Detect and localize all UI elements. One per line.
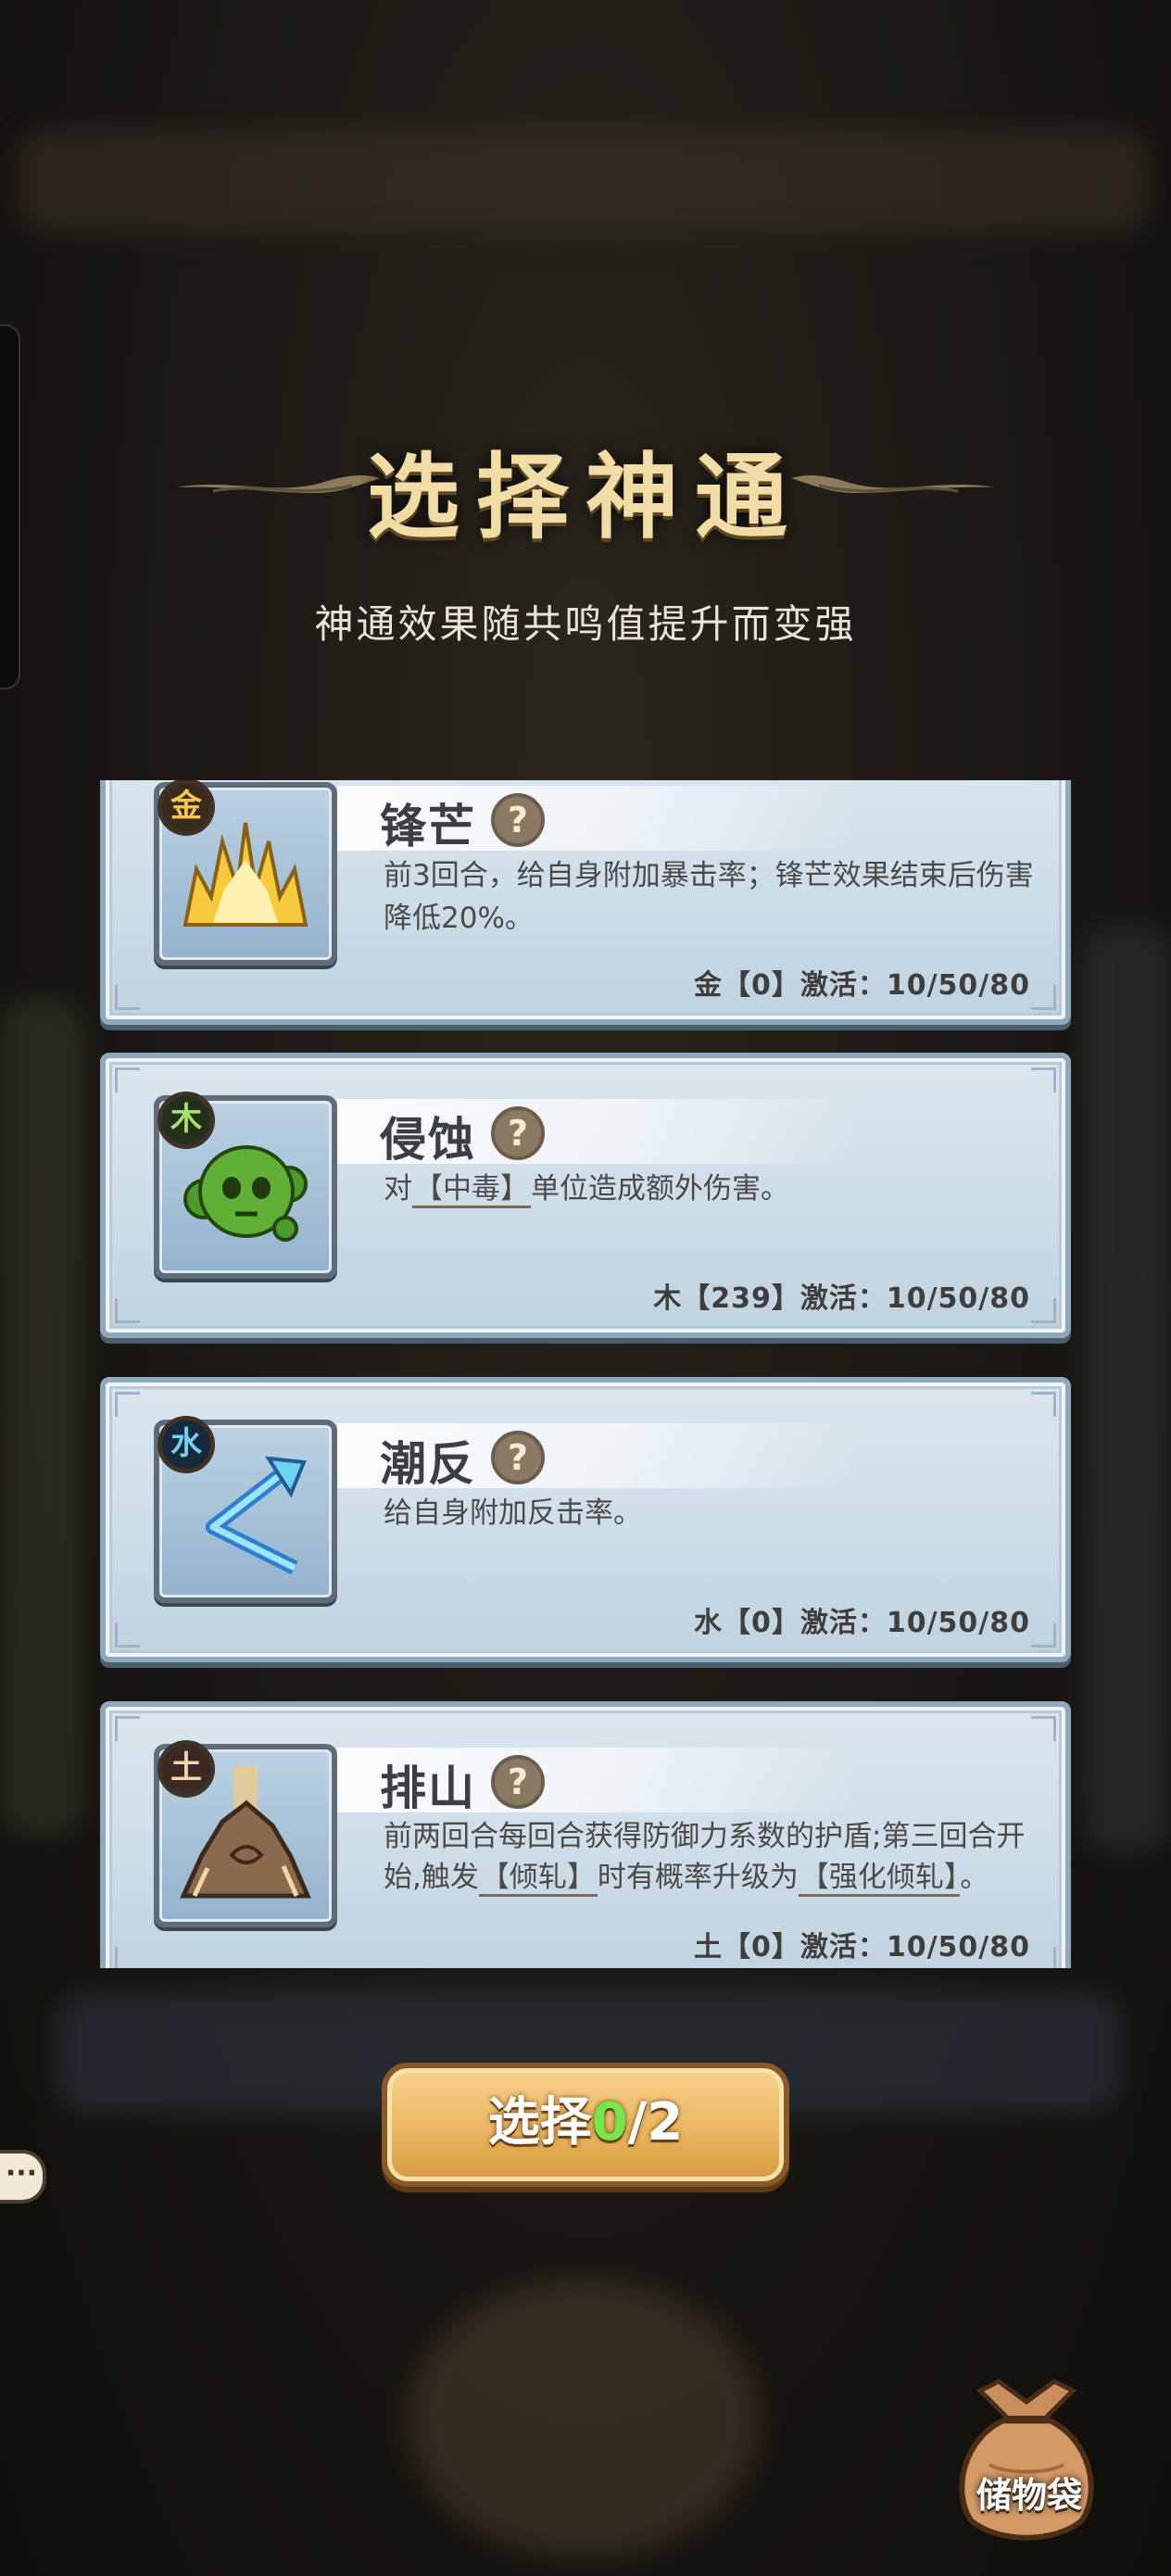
- card-corner: [1031, 1623, 1056, 1648]
- card-corner: [1031, 1947, 1056, 1968]
- card-corner: [1031, 1716, 1056, 1741]
- desc-text: 时有概率升级为: [597, 1861, 799, 1894]
- element-badge-wood: 木: [157, 1092, 215, 1149]
- card-corner: [1031, 1392, 1056, 1417]
- desc-text: 单位造成额外伤害。: [531, 1172, 789, 1206]
- page-title: 选择神通: [367, 442, 804, 551]
- card-corner: [1031, 1298, 1056, 1323]
- keyword-crush[interactable]: 【倾轧】: [478, 1861, 598, 1897]
- activation-info: 木【239】激活：10/50/80: [653, 1282, 1030, 1315]
- more-options-button[interactable]: ···: [0, 2150, 46, 2203]
- card-corner: [1031, 985, 1056, 1010]
- storage-bag-icon[interactable]: [943, 2354, 1110, 2557]
- blurred-board-right: [1084, 927, 1171, 1853]
- help-icon[interactable]: ?: [491, 1106, 545, 1160]
- desc-text: 对: [384, 1172, 412, 1206]
- skill-name: 排山: [380, 1761, 476, 1815]
- title-banner: 选择神通: [176, 408, 995, 551]
- skill-name: 锋芒: [380, 799, 476, 853]
- select-total: /2: [627, 2092, 684, 2153]
- selected-count: 0: [591, 2092, 628, 2153]
- skill-card-chaofan[interactable]: 水 潮反 ? 给自身附加反击率。 水【0】激活：10/50/80: [100, 1377, 1071, 1662]
- select-button[interactable]: 选择0/2: [382, 2063, 789, 2187]
- card-corner: [115, 1392, 140, 1417]
- keyword-poison[interactable]: 【中毒】: [412, 1172, 531, 1208]
- desc-text: 。: [960, 1861, 989, 1894]
- skill-card-qinshi[interactable]: 木 侵蚀 ? 对【中毒】单位造成额外伤害。 木【239】激活：10/50/80: [100, 1053, 1071, 1338]
- element-badge-earth: 土: [157, 1740, 215, 1798]
- element-badge-water: 水: [157, 1416, 215, 1473]
- skill-description: 前3回合，给自身附加暴击率；锋芒效果结束后伤害降低20%。: [384, 859, 1034, 935]
- select-label: 选择: [487, 2092, 592, 2153]
- page-subtitle: 神通效果随共鸣值提升而变强: [314, 601, 857, 647]
- help-icon[interactable]: ?: [491, 1755, 545, 1809]
- card-corner: [115, 1947, 140, 1968]
- card-corner: [115, 1298, 140, 1323]
- element-badge-metal: 金: [157, 780, 215, 836]
- skill-name: 潮反: [380, 1436, 476, 1491]
- help-icon[interactable]: ?: [491, 793, 545, 847]
- activation-info: 水【0】激活：10/50/80: [693, 1607, 1030, 1639]
- skill-description: 对【中毒】单位造成额外伤害。: [384, 1168, 1051, 1210]
- activation-info: 金【0】激活：10/50/80: [693, 969, 1030, 1002]
- card-corner: [115, 985, 140, 1010]
- blurred-board-left: [0, 1001, 83, 1835]
- storage-bag-label: 储物袋: [976, 2475, 1082, 2516]
- skill-card-paishan[interactable]: 土 排山 ? 前两回合每回合获得防御力系数的护盾;第三回合开始,触发【倾轧】时有…: [100, 1701, 1071, 1968]
- activation-info: 土【0】激活：10/50/80: [693, 1931, 1030, 1964]
- card-corner: [115, 1716, 140, 1741]
- skill-card-fengmang[interactable]: 金 锋芒 ? 前3回合，给自身附加暴击率；锋芒效果结束后伤害降低20%。 金【0…: [100, 780, 1071, 1025]
- help-icon[interactable]: ?: [491, 1431, 545, 1484]
- skill-description: 前两回合每回合获得防御力系数的护盾;第三回合开始,触发【倾轧】时有概率升级为【强…: [384, 1816, 1051, 1898]
- skill-description: 给自身附加反击率。: [384, 1496, 642, 1530]
- blurred-top-bar: [19, 130, 1149, 232]
- skill-name: 侵蚀: [380, 1112, 476, 1167]
- card-corner: [115, 1623, 140, 1648]
- card-corner: [115, 1067, 140, 1092]
- keyword-enhanced-crush[interactable]: 【强化倾轧】: [798, 1861, 961, 1897]
- skill-list[interactable]: 金 锋芒 ? 前3回合，给自身附加暴击率；锋芒效果结束后伤害降低20%。 金【0…: [96, 780, 1075, 1968]
- card-corner: [1031, 1067, 1056, 1092]
- blurred-bottom-tray: [408, 2279, 760, 2557]
